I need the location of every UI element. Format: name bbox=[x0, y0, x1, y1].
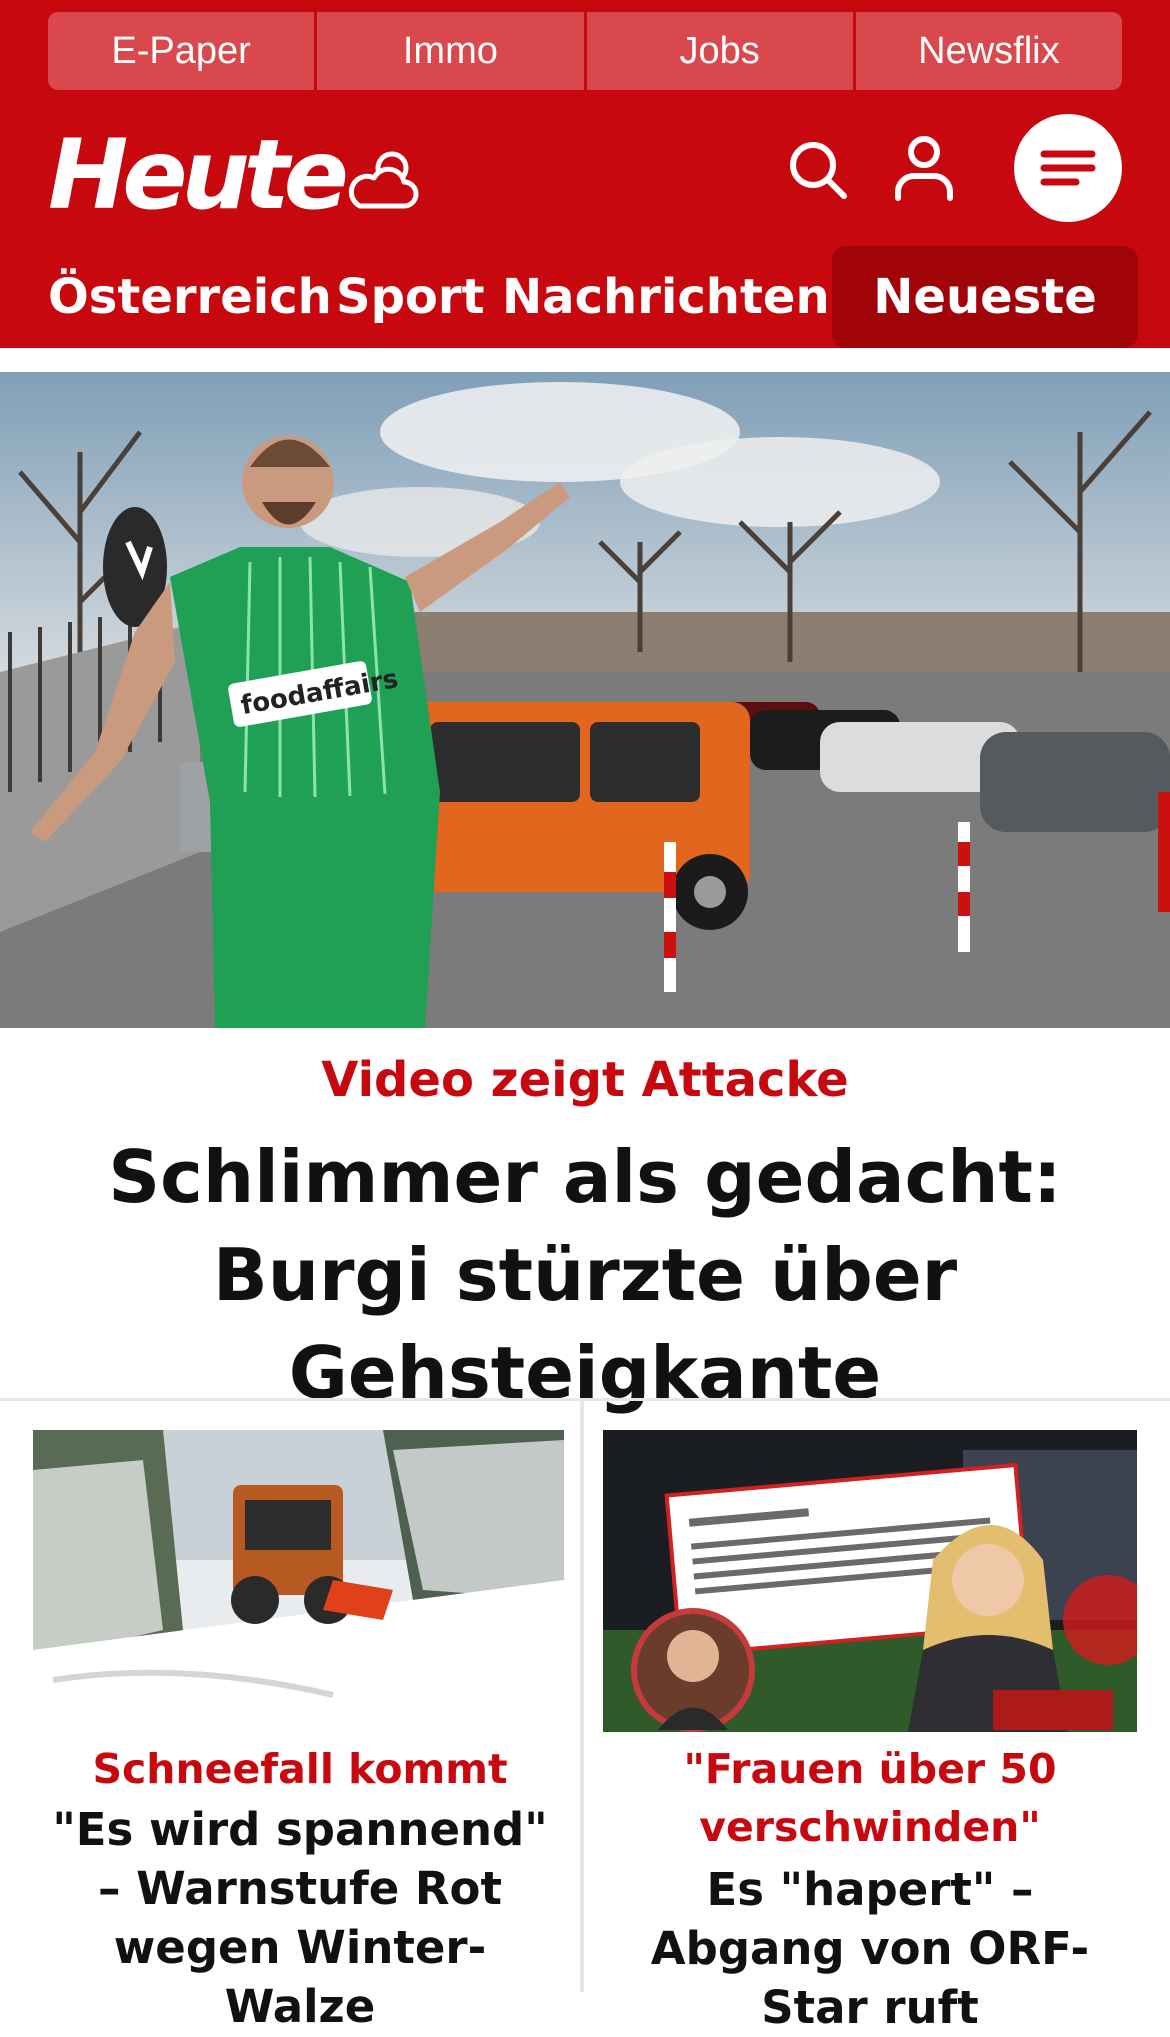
card-1-title[interactable]: "Es wird spannend" – Warnstufe Rot wegen… bbox=[40, 1800, 560, 2036]
quick-link-epaper[interactable]: E-Paper bbox=[48, 12, 318, 90]
quick-link-immo[interactable]: Immo bbox=[317, 12, 587, 90]
quick-links-bar: E-Paper Immo Jobs Newsflix bbox=[48, 12, 1122, 90]
column-divider bbox=[580, 1400, 584, 1992]
card-2-image[interactable] bbox=[603, 1430, 1137, 1732]
nav-item-oesterreich[interactable]: Österreich bbox=[48, 246, 332, 348]
card-2-title[interactable]: Es "hapert" – Abgang von ORF-Star ruft bbox=[610, 1860, 1130, 2037]
hero-kicker[interactable]: Video zeigt Attacke bbox=[0, 1052, 1170, 1108]
hero-image[interactable]: foodaffairs bbox=[0, 372, 1170, 1028]
menu-icon bbox=[1040, 150, 1096, 186]
nav-item-nachrichten[interactable]: Nachrichten bbox=[502, 246, 830, 348]
main-nav: Österreich Sport Nachrichten Neueste bbox=[0, 246, 1170, 348]
cloud-icon[interactable] bbox=[346, 146, 422, 216]
nav-item-sport[interactable]: Sport bbox=[336, 246, 485, 348]
card-1-kicker[interactable]: Schneefall kommt bbox=[40, 1740, 560, 1798]
card-2-kicker[interactable]: "Frauen über 50 verschwinden" bbox=[610, 1740, 1130, 1856]
menu-button[interactable] bbox=[1014, 114, 1122, 222]
site-header: E-Paper Immo Jobs Newsflix Heute Österre… bbox=[0, 0, 1170, 348]
site-logo[interactable]: Heute bbox=[48, 120, 349, 230]
search-icon[interactable] bbox=[786, 138, 850, 202]
quick-link-newsflix[interactable]: Newsflix bbox=[855, 12, 1122, 90]
user-icon[interactable] bbox=[892, 134, 956, 202]
quick-link-jobs[interactable]: Jobs bbox=[586, 12, 856, 90]
card-1-image[interactable] bbox=[33, 1430, 564, 1732]
hero-title[interactable]: Schlimmer als gedacht: Burgi stürzte übe… bbox=[40, 1128, 1130, 1422]
section-divider bbox=[0, 1398, 1170, 1401]
nav-item-neueste[interactable]: Neueste bbox=[832, 246, 1138, 348]
